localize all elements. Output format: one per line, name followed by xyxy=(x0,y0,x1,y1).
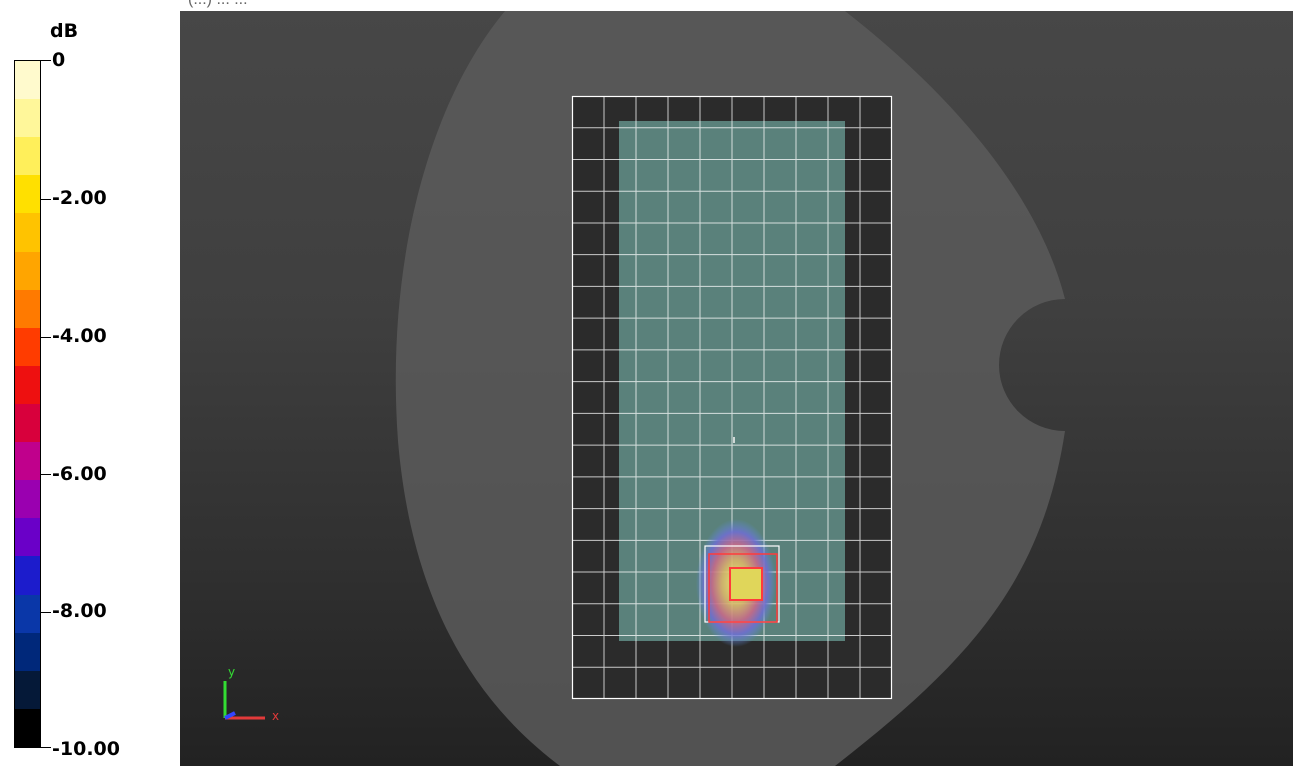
axis-triad xyxy=(223,681,265,720)
legend-tick xyxy=(41,60,51,61)
legend-swatch xyxy=(15,61,40,100)
legend-swatch xyxy=(15,518,40,557)
legend-swatch xyxy=(15,99,40,138)
legend-swatch xyxy=(15,708,40,747)
legend-tick xyxy=(41,199,51,200)
legend-label: -2.00 xyxy=(52,187,107,209)
axis-y-label: y xyxy=(228,665,236,679)
legend-tick xyxy=(41,337,51,338)
legend-swatch xyxy=(15,175,40,214)
axis-x-label: x xyxy=(272,709,280,723)
color-scale-legend: dB 0 -2.00 -4.00 -6.00 -8.00 -10.00 xyxy=(0,0,180,766)
legend-tick xyxy=(41,747,51,748)
legend-swatch xyxy=(15,251,40,290)
legend-swatch xyxy=(15,480,40,519)
legend-swatch xyxy=(15,442,40,481)
legend-swatch xyxy=(15,213,40,252)
legend-label: -4.00 xyxy=(52,325,107,347)
legend-label-min: -10.00 xyxy=(52,738,120,760)
legend-swatch xyxy=(15,556,40,595)
legend-swatch xyxy=(15,670,40,709)
legend-label-max: 0 xyxy=(52,49,66,71)
legend-swatch xyxy=(15,594,40,633)
top-caption-partial: (...) ... ... xyxy=(188,0,248,9)
legend-swatch xyxy=(15,327,40,366)
legend-swatch xyxy=(15,365,40,404)
hotspot-inner-box xyxy=(729,567,763,601)
legend-swatch xyxy=(15,289,40,328)
legend-tick xyxy=(41,474,51,475)
legend-unit-label: dB xyxy=(50,20,79,42)
color-scale-bar xyxy=(14,60,41,748)
legend-label: -6.00 xyxy=(52,463,107,485)
scene-svg xyxy=(223,11,1065,766)
legend-swatch xyxy=(15,632,40,671)
legend-label: -8.00 xyxy=(52,600,107,622)
3d-viewport[interactable]: x y xyxy=(180,11,1293,766)
legend-swatch xyxy=(15,403,40,443)
legend-tick xyxy=(41,612,51,613)
legend-swatch xyxy=(15,137,40,176)
